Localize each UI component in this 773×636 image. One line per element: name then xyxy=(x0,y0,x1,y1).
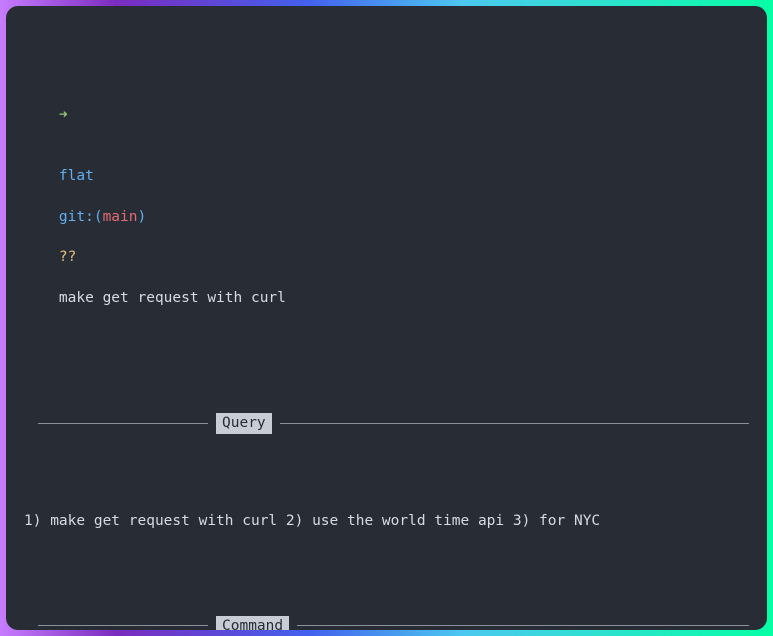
prompt-git-prefix: git:( xyxy=(59,209,103,225)
rule-icon xyxy=(280,423,749,424)
prompt-git-suffix: ) xyxy=(138,209,147,225)
cli-input-text[interactable]: make get request with curl xyxy=(59,290,286,306)
section-label-query: Query xyxy=(216,413,272,433)
prompt-line[interactable]: ➜ flat git:(main) ?? make get request wi… xyxy=(24,85,749,329)
prompt-arrow-icon: ➜ xyxy=(59,107,68,123)
section-header-query: Query xyxy=(38,413,749,433)
cli-trigger: ?? xyxy=(59,249,76,265)
rule-icon xyxy=(38,423,208,424)
prompt-branch: main xyxy=(103,209,138,225)
rule-icon xyxy=(297,625,749,626)
query-text: 1) make get request with curl 2) use the… xyxy=(24,511,749,531)
terminal-window: ➜ flat git:(main) ?? make get request wi… xyxy=(6,6,767,630)
prompt-dir: flat xyxy=(59,168,94,184)
rule-icon xyxy=(38,625,208,626)
section-header-command: Command xyxy=(38,616,749,630)
section-label-command: Command xyxy=(216,616,289,630)
